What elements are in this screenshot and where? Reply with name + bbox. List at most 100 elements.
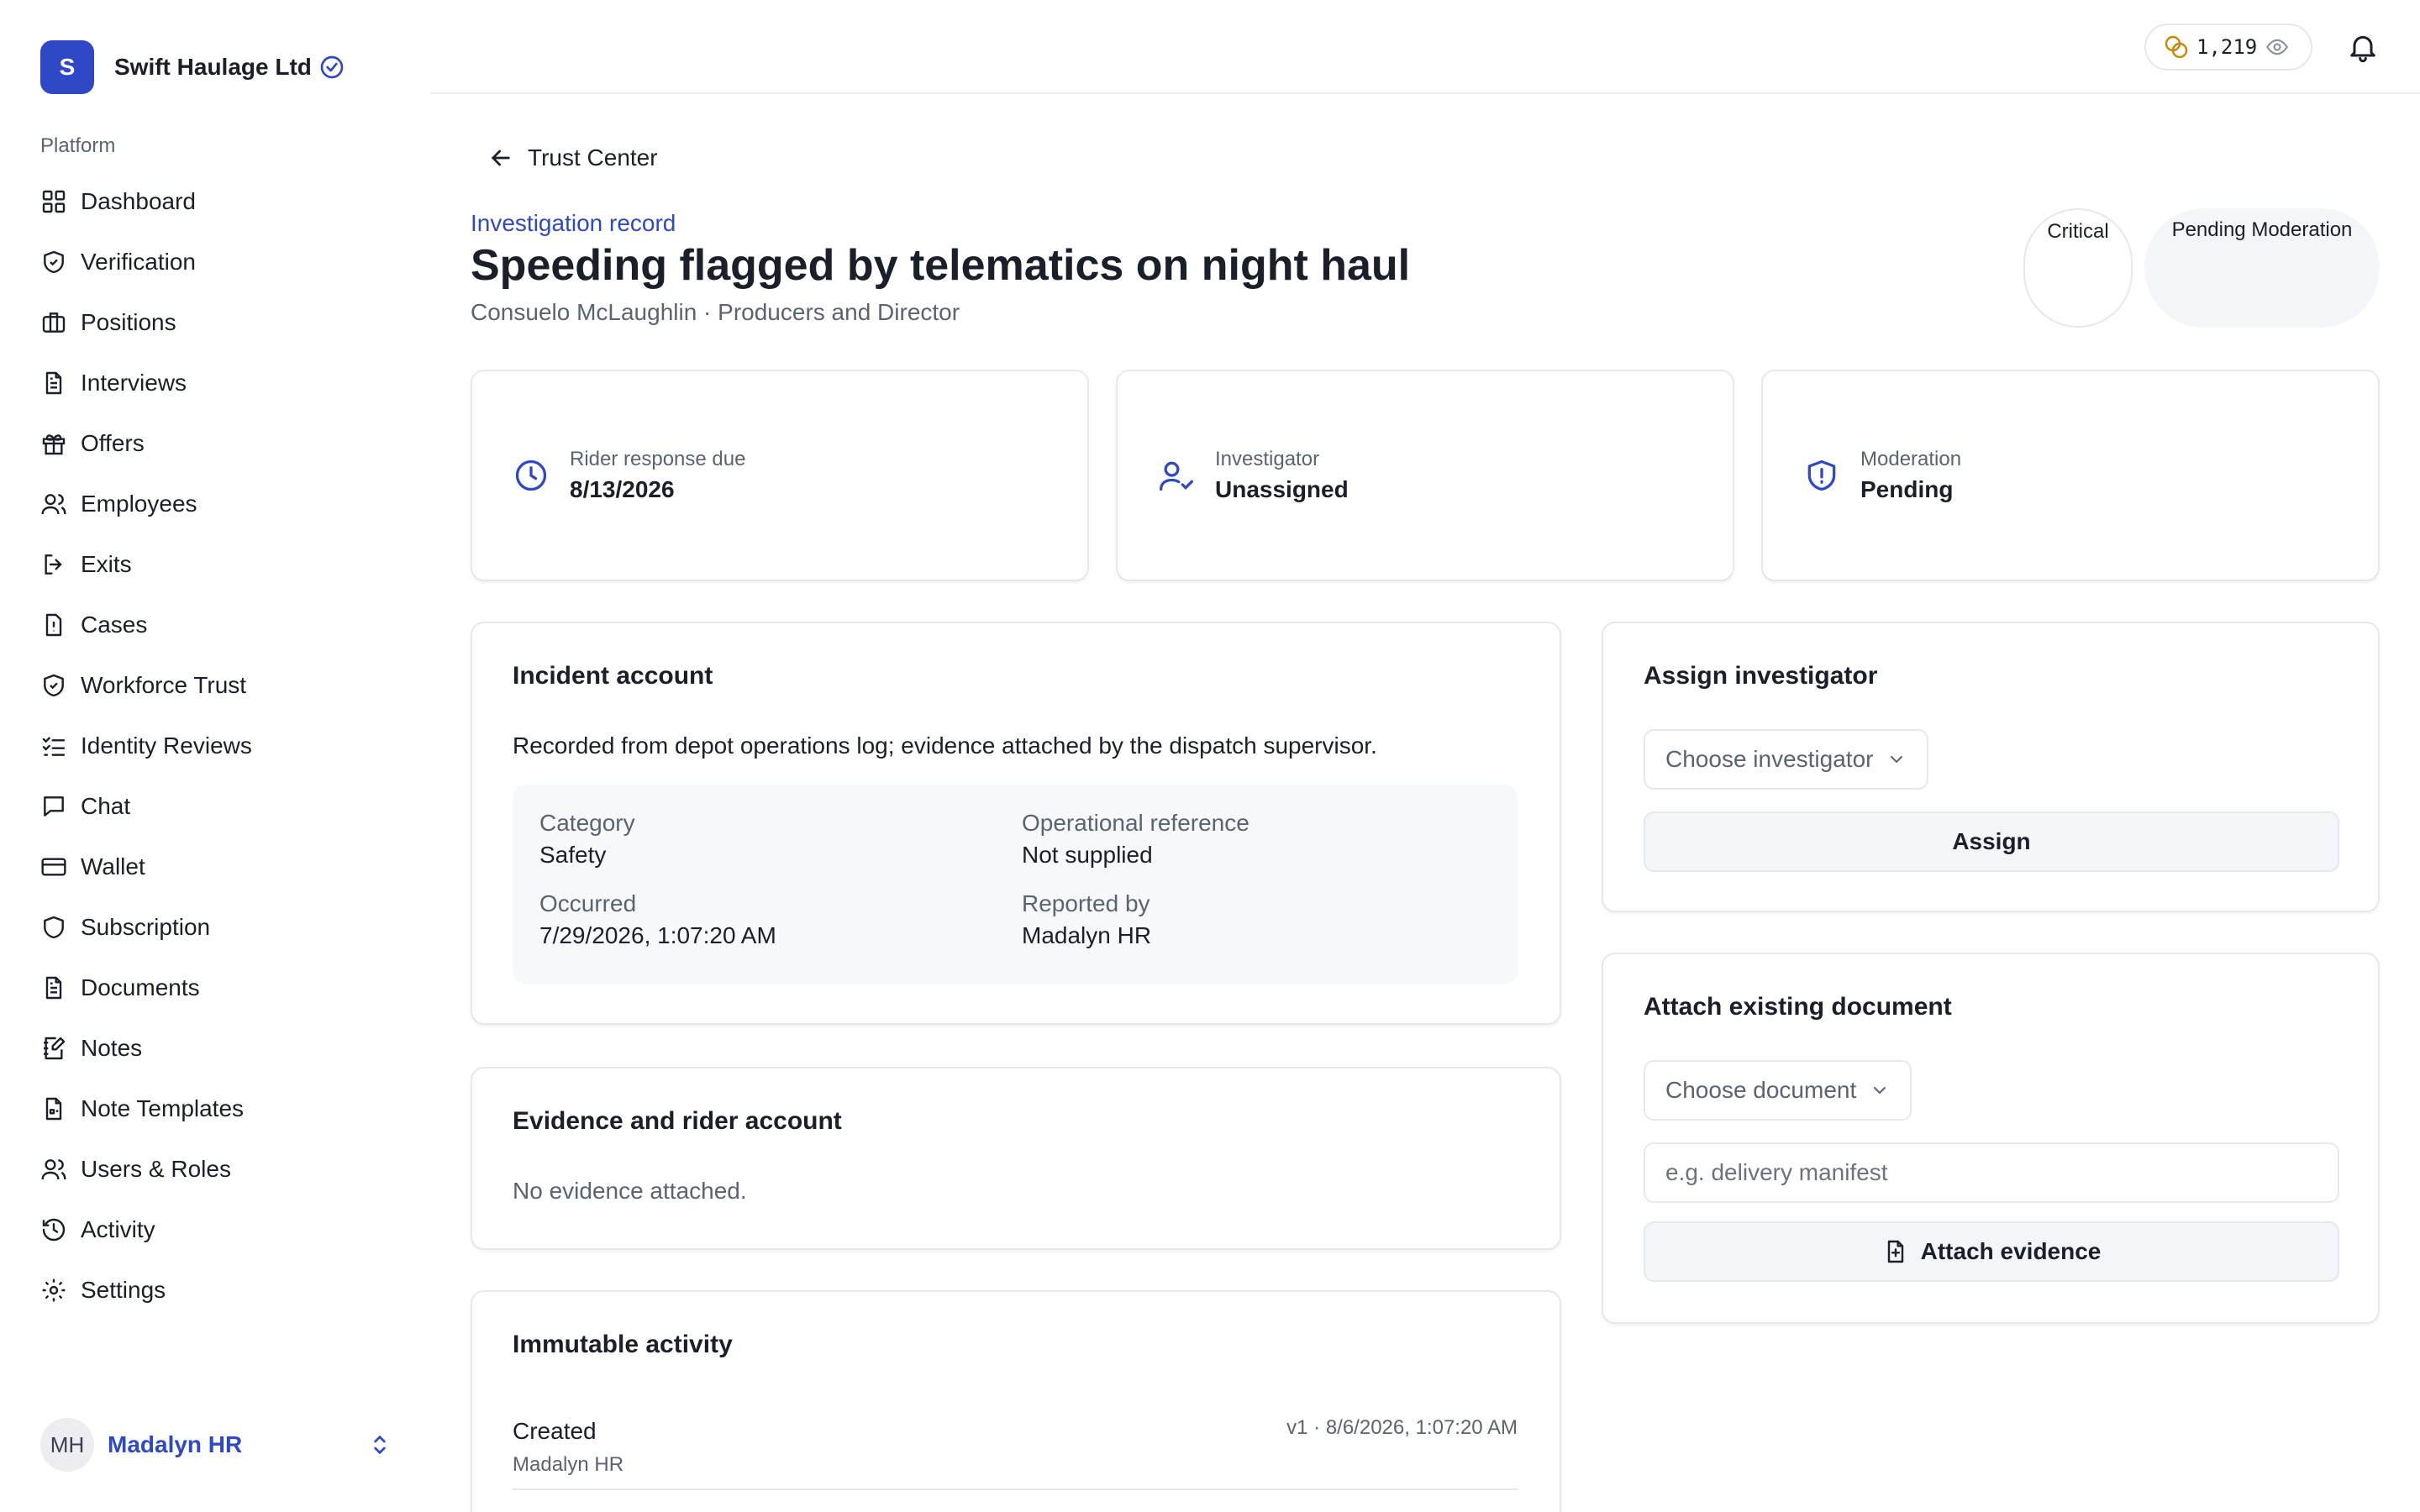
org-logo: S <box>40 40 94 94</box>
detail-label: Category <box>539 810 635 836</box>
sidebar-item-label: Employees <box>81 491 197 517</box>
button-label: Assign <box>1952 828 2031 854</box>
sidebar-item-workforce-trust[interactable]: Workforce Trust <box>40 655 410 716</box>
arrow-left-icon <box>491 150 510 166</box>
detail-reported-by: Reported by Madalyn HR <box>1022 890 1151 949</box>
sidebar-item-label: Exits <box>81 551 132 577</box>
card-title: Attach existing document <box>1644 993 1952 1021</box>
page-subtitle: Consuelo McLaughlin · Producers and Dire… <box>471 299 960 325</box>
sidebar-item-label: Note Templates <box>81 1095 245 1121</box>
attach-evidence-button[interactable]: Attach evidence <box>1644 1221 2339 1282</box>
sidebar-item-employees[interactable]: Employees <box>40 474 410 534</box>
sidebar-item-identity-reviews[interactable]: Identity Reviews <box>40 716 410 776</box>
document-select[interactable]: Choose document <box>1644 1060 1912 1121</box>
list-check-icon <box>42 737 66 756</box>
attach-document-card: Attach existing document Choose document… <box>1602 953 2380 1324</box>
credit-card-icon <box>41 858 66 876</box>
stat-value: 8/13/2026 <box>570 476 675 502</box>
activity-event: Created <box>513 1418 597 1444</box>
incident-description: Recorded from depot operations log; evid… <box>513 732 1377 759</box>
sidebar-item-verification[interactable]: Verification <box>40 232 410 292</box>
activity-row: Created Madalyn HR v1 · 8/6/2026, 1:07:2… <box>513 1410 1518 1490</box>
sidebar-item-documents[interactable]: Documents <box>40 958 410 1018</box>
detail-category: Category Safety <box>539 810 635 869</box>
sidebar-item-label: Dashboard <box>81 188 196 214</box>
stat-value: Unassigned <box>1215 476 1349 502</box>
sidebar-item-note-templates[interactable]: Note Templates <box>40 1079 410 1139</box>
detail-label: Operational reference <box>1022 810 1249 836</box>
sidebar-item-label: Activity <box>81 1216 155 1242</box>
evidence-label-input[interactable] <box>1644 1142 2339 1203</box>
sidebar-item-dashboard[interactable]: Dashboard <box>40 171 410 232</box>
back-link[interactable]: Trust Center <box>487 144 658 171</box>
clock-icon <box>515 459 547 491</box>
chevrons-up-down-icon <box>374 1435 386 1455</box>
sidebar-item-label: Documents <box>81 974 200 1000</box>
sidebar-item-settings[interactable]: Settings <box>40 1260 410 1320</box>
button-label: Attach evidence <box>1920 1238 2102 1264</box>
user-name: Madalyn HR <box>108 1431 243 1457</box>
gear-icon <box>42 1278 66 1302</box>
severity-badge: Critical <box>2023 208 2133 328</box>
shield-icon <box>44 916 64 939</box>
sidebar-item-notes[interactable]: Notes <box>40 1018 410 1079</box>
card-title: Immutable activity <box>513 1331 733 1358</box>
detail-label: Occurred <box>539 890 637 916</box>
sidebar-item-positions[interactable]: Positions <box>40 292 410 353</box>
stat-label: Rider response due <box>570 448 746 470</box>
sidebar-item-chat[interactable]: Chat <box>40 776 410 837</box>
message-icon <box>44 796 64 816</box>
org-name: Swift Haulage Ltd <box>114 54 312 80</box>
incident-account-card: Incident account Recorded from depot ope… <box>471 622 1561 1025</box>
sidebar-item-offers[interactable]: Offers <box>40 413 410 474</box>
status-badge: Pending Moderation <box>2144 208 2380 328</box>
card-title: Assign investigator <box>1644 662 1878 690</box>
file-text-icon <box>45 371 62 395</box>
notebook-pen-icon <box>44 1037 66 1060</box>
sidebar-item-label: Notes <box>81 1035 143 1061</box>
investigator-select[interactable]: Choose investigator <box>1644 729 1929 790</box>
detail-value: 7/29/2026, 1:07:20 AM <box>539 922 776 948</box>
stat-label: Moderation <box>1860 448 1962 470</box>
sidebar-item-label: Cases <box>81 612 148 638</box>
file-attach-icon <box>1887 1240 1903 1263</box>
sidebar-item-interviews[interactable]: Interviews <box>40 353 410 413</box>
users-icon <box>41 494 66 515</box>
record-type-label: Investigation record <box>471 210 676 236</box>
assign-button[interactable]: Assign <box>1644 811 2339 872</box>
assign-investigator-card: Assign investigator Choose investigator … <box>1602 622 2380 912</box>
sidebar-item-label: Workforce Trust <box>81 672 247 698</box>
coin-balance[interactable]: 1,219 <box>2144 24 2312 71</box>
shield-check-icon <box>44 674 64 697</box>
sidebar-item-wallet[interactable]: Wallet <box>40 837 410 897</box>
gift-icon <box>42 434 66 455</box>
sidebar-item-label: Wallet <box>81 853 145 879</box>
chevron-down-icon <box>1874 1087 1886 1095</box>
bell-icon[interactable] <box>2346 30 2380 64</box>
users-icon <box>41 1159 66 1180</box>
detail-value: Safety <box>539 842 607 868</box>
avatar: MH <box>40 1418 94 1472</box>
file-template-icon <box>45 1097 62 1121</box>
shield-check-icon <box>44 250 64 274</box>
detail-occurred: Occurred 7/29/2026, 1:07:20 AM <box>539 890 776 949</box>
org-switcher[interactable]: S Swift Haulage Ltd <box>40 40 345 94</box>
evidence-empty-state: No evidence attached. <box>513 1178 747 1204</box>
sidebar-item-label: Verification <box>81 249 196 275</box>
sidebar-item-cases[interactable]: Cases <box>40 595 410 655</box>
chevron-down-icon <box>1891 756 1903 764</box>
sidebar-item-label: Identity Reviews <box>81 732 252 759</box>
user-check-icon <box>1160 461 1193 491</box>
briefcase-icon <box>42 312 66 333</box>
user-menu[interactable]: MH Madalyn HR <box>40 1418 393 1472</box>
sidebar-item-activity[interactable]: Activity <box>40 1200 410 1260</box>
sidebar-item-users-roles[interactable]: Users & Roles <box>40 1139 410 1200</box>
stat-value: Pending <box>1860 476 1954 502</box>
sidebar-item-subscription[interactable]: Subscription <box>40 897 410 958</box>
sidebar-item-label: Users & Roles <box>81 1156 231 1182</box>
sidebar-item-label: Interviews <box>81 370 187 396</box>
detail-label: Reported by <box>1022 890 1150 916</box>
log-out-icon <box>45 554 62 575</box>
eye-icon[interactable] <box>2265 35 2289 59</box>
sidebar-item-exits[interactable]: Exits <box>40 534 410 595</box>
